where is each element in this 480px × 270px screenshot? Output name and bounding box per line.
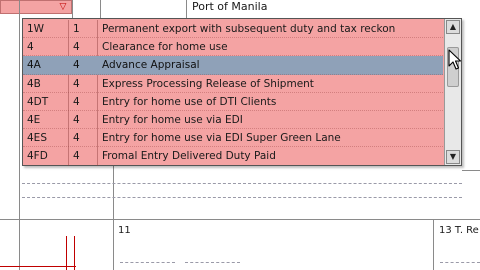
box-11-label: 11 <box>118 225 131 236</box>
item-number: 4 <box>73 77 80 90</box>
form-divider <box>440 262 480 263</box>
list-item[interactable]: 1W 1 Permanent export with subsequent du… <box>23 20 443 39</box>
list-item[interactable]: 4 4 Clearance for home use <box>23 38 443 57</box>
required-field-marker <box>0 266 76 267</box>
dropdown-rows: 1W 1 Permanent export with subsequent du… <box>23 20 443 166</box>
item-code: 4A <box>27 59 41 72</box>
scroll-up-arrow-icon[interactable]: ▲ <box>446 20 460 34</box>
form-divider <box>120 262 175 263</box>
form-divider <box>186 0 187 18</box>
item-description: Entry for home use via EDI Super Green L… <box>102 132 341 145</box>
item-description: Permanent export with subsequent duty an… <box>102 23 396 35</box>
form-divider <box>0 219 480 220</box>
form-divider <box>433 220 434 270</box>
list-item[interactable]: 4ES 4 Entry for home use via EDI Super G… <box>23 129 443 148</box>
dropdown-arrow-icon[interactable]: ▽ <box>57 1 69 13</box>
box-13-label: 13 T. Re <box>439 225 479 236</box>
form-divider <box>100 0 101 18</box>
form-divider <box>22 197 462 198</box>
item-number: 4 <box>73 95 80 108</box>
item-description: Advance Appraisal <box>102 59 200 72</box>
item-code: 4ES <box>27 132 47 145</box>
item-code: 4E <box>27 113 41 126</box>
item-number: 4 <box>73 41 80 54</box>
office-of-entry-value: Port of Manila <box>192 0 268 13</box>
item-description: Clearance for home use <box>102 41 228 54</box>
list-item[interactable]: 4DT 4 Entry for home use of DTI Clients <box>23 93 443 111</box>
form-divider <box>185 262 240 263</box>
item-code: 4FD <box>27 150 48 163</box>
form-divider <box>19 0 20 270</box>
item-description: Fromal Entry Delivered Duty Paid <box>102 150 276 163</box>
item-code: 4B <box>27 77 41 90</box>
list-item-selected[interactable]: 4A 4 Advance Appraisal <box>23 56 443 75</box>
declaration-type-dropdown-list[interactable]: 1W 1 Permanent export with subsequent du… <box>22 18 462 166</box>
item-number: 4 <box>73 113 80 126</box>
item-code: 4 <box>27 41 34 54</box>
list-item[interactable]: 4FD 4 Fromal Entry Delivered Duty Paid <box>23 147 443 165</box>
item-number: 4 <box>73 59 80 72</box>
item-description: Entry for home use via EDI <box>102 113 243 126</box>
item-code: 1W <box>27 23 45 35</box>
list-item[interactable]: 4E 4 Entry for home use via EDI <box>23 111 443 130</box>
required-field-marker <box>66 236 75 270</box>
item-number: 4 <box>73 132 80 145</box>
form-divider <box>22 183 462 184</box>
form-divider <box>462 170 480 171</box>
scroll-down-arrow-icon[interactable]: ▼ <box>446 150 460 164</box>
item-code: 4DT <box>27 95 49 108</box>
list-item[interactable]: 4B 4 Express Processing Release of Shipm… <box>23 75 443 93</box>
declaration-type-field[interactable]: ▽ <box>0 0 72 14</box>
vertical-scrollbar[interactable]: ▲ ▼ <box>444 19 461 165</box>
form-divider <box>72 0 73 18</box>
mouse-cursor-icon <box>448 49 462 70</box>
item-number: 1 <box>73 23 80 35</box>
item-description: Entry for home use of DTI Clients <box>102 95 277 108</box>
item-description: Express Processing Release of Shipment <box>102 77 314 90</box>
form-divider <box>113 166 114 270</box>
item-number: 4 <box>73 150 80 163</box>
